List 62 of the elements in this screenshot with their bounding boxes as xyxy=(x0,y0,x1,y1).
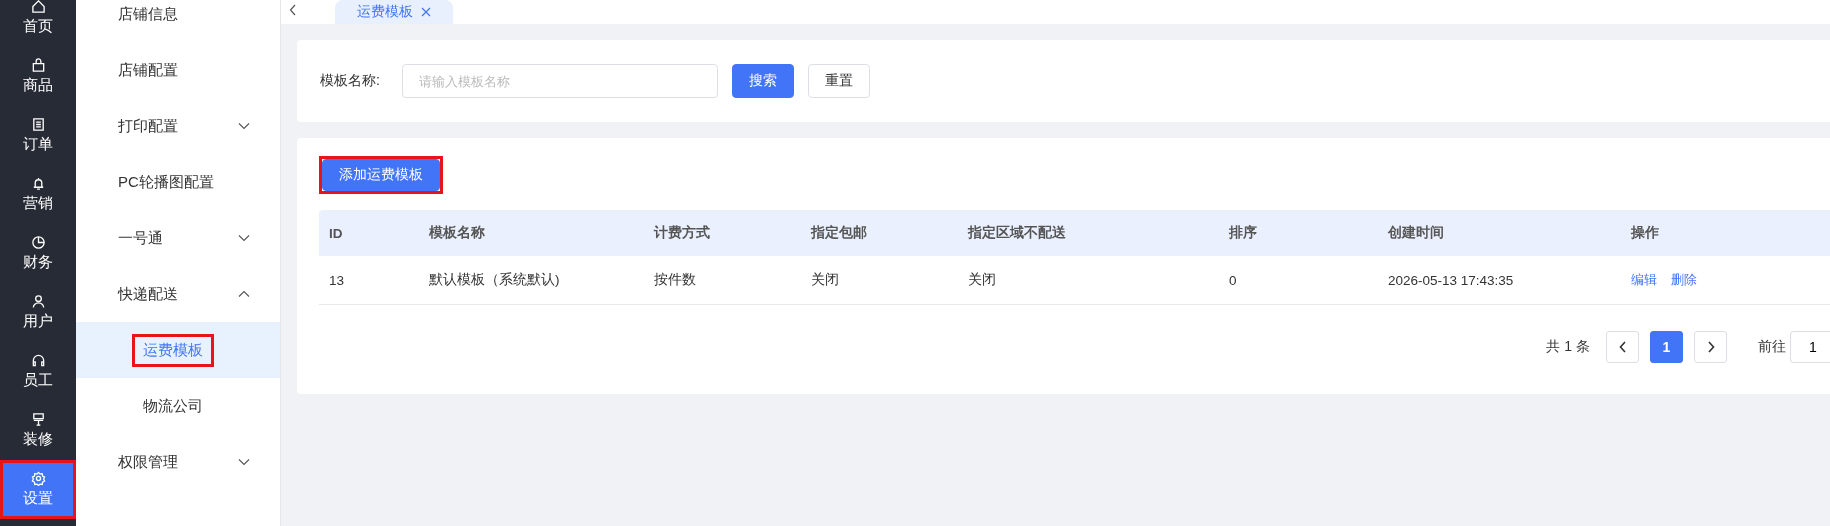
column-header: 计费方式 xyxy=(652,224,711,242)
submenu-item[interactable]: 运费模板 xyxy=(132,333,214,367)
reset-button[interactable]: 重置 xyxy=(807,64,870,98)
goto-label: 前往 xyxy=(1758,338,1786,356)
rail-item[interactable]: 订单 xyxy=(0,106,76,165)
page-button[interactable]: 1 xyxy=(1650,331,1683,363)
next-page-button[interactable] xyxy=(1694,331,1727,363)
rail-item[interactable]: 商品 xyxy=(0,47,76,106)
column-header: 指定区域不配送 xyxy=(966,224,1067,242)
page-number-field[interactable]: 1 xyxy=(1790,331,1830,363)
page-tab[interactable]: 运费模板 xyxy=(335,0,453,24)
menu-item[interactable]: 权限管理 xyxy=(76,434,280,490)
rail-item[interactable]: 用户 xyxy=(0,283,76,342)
menu-item[interactable]: PC轮播图配置 xyxy=(76,154,280,210)
table-cell-text: 0 xyxy=(1228,272,1238,288)
chevron-down-icon xyxy=(238,234,250,242)
chevron-right-icon xyxy=(1706,341,1715,353)
search-button[interactable]: 搜索 xyxy=(731,64,794,98)
chevron-down-icon xyxy=(238,122,250,130)
user-icon xyxy=(30,294,46,309)
rail-item[interactable]: 装修 xyxy=(0,401,76,460)
field-label: 模板名称: xyxy=(320,72,380,90)
chevron-down-icon xyxy=(238,458,250,466)
column-header: 指定包邮 xyxy=(809,224,868,242)
bag-icon xyxy=(30,58,46,73)
previous-page-button[interactable] xyxy=(1606,331,1639,363)
menu-item[interactable]: 打印配置 xyxy=(76,98,280,154)
settings-icon xyxy=(30,471,46,486)
rail-item[interactable]: 员工 xyxy=(0,342,76,401)
table-cell-text: 按件数 xyxy=(653,271,697,289)
table-cell-text: 13 xyxy=(328,272,346,288)
chevron-left-icon xyxy=(1618,341,1627,353)
menu-item[interactable]: 店铺信息 xyxy=(76,0,280,42)
action-link[interactable]: 编辑 xyxy=(1631,271,1657,289)
action-link[interactable]: 删除 xyxy=(1671,271,1697,289)
total-count: 共 1 条 xyxy=(1546,338,1590,356)
table-cell-text: 关闭 xyxy=(967,271,997,289)
column-header: 模板名称 xyxy=(428,224,486,242)
menu-item[interactable]: 一号通 xyxy=(76,210,280,266)
column-header: 排序 xyxy=(1228,224,1258,242)
menu-item[interactable]: 快递配送 xyxy=(76,266,280,322)
document-icon xyxy=(30,117,46,132)
rail-item[interactable]: 营销 xyxy=(0,165,76,224)
rail-item[interactable]: 首页 xyxy=(0,0,76,47)
search-field[interactable]: 请输入模板名称 xyxy=(401,64,718,98)
menu-item[interactable]: 店铺配置 xyxy=(76,42,280,98)
column-header: ID xyxy=(328,225,344,241)
pie-chart-icon xyxy=(30,235,46,250)
chevron-up-icon xyxy=(238,290,250,298)
headset-icon xyxy=(30,353,46,368)
rail-item[interactable]: 财务 xyxy=(0,224,76,283)
column-header: 创建时间 xyxy=(1387,224,1445,242)
add-template-button[interactable]: 添加运费模板 xyxy=(322,159,440,191)
rail-item[interactable]: 设置 xyxy=(0,460,76,519)
table-cell-text: 关闭 xyxy=(810,271,840,289)
submenu-item[interactable]: 物流公司 xyxy=(132,389,214,423)
brush-icon xyxy=(30,412,46,427)
close-icon[interactable] xyxy=(421,7,431,17)
table-cell-text: 2026-05-13 17:43:35 xyxy=(1387,272,1515,288)
home-icon xyxy=(30,0,46,14)
column-header: 操作 xyxy=(1630,224,1660,242)
table-cell-text: 默认模板（系统默认) xyxy=(428,271,561,289)
